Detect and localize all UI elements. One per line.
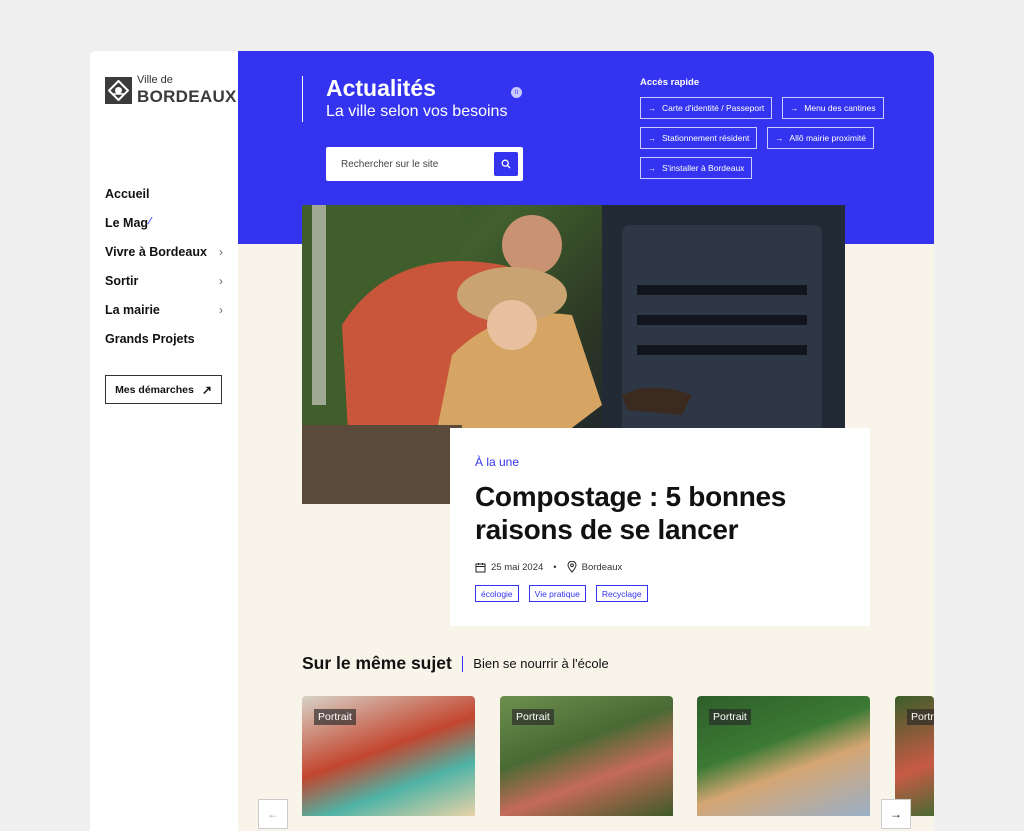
arrow-right-icon: → [775, 133, 784, 143]
arrow-right-icon: → [790, 103, 799, 113]
nav-item-label: Vivre à Bordeaux [105, 244, 207, 259]
nav-item-la-mairie[interactable]: La mairie › [105, 295, 223, 324]
main-nav: Accueil Le Mag⁄ Vivre à Bordeaux › Sorti… [105, 179, 223, 353]
search-button[interactable] [494, 152, 518, 176]
chevron-right-icon: › [219, 244, 223, 259]
meta-separator: • [553, 561, 557, 573]
article-date: 25 mai 2024 [491, 561, 544, 573]
quick-access: Accès rapide → Carte d'identité / Passep… [640, 77, 890, 179]
quick-link-label: Carte d'identité / Passeport [662, 103, 765, 113]
nav-item-label: Accueil [105, 186, 150, 201]
location-pin-icon [567, 561, 577, 573]
site-logo[interactable]: Ville de BORDEAUX [105, 75, 237, 105]
related-card-2[interactable]: Portrait [500, 696, 673, 816]
article-tags: écologie Vie pratique Recyclage [475, 585, 648, 602]
tag-recyclage[interactable]: Recyclage [595, 585, 648, 602]
search-icon [501, 159, 511, 169]
nav-item-label: Le Mag [105, 215, 149, 230]
arrow-up-right-icon: ↗ [201, 382, 212, 397]
quick-link-menu-cantines[interactable]: → Menu des cantines [782, 97, 884, 119]
quick-access-links: → Carte d'identité / Passeport → Menu de… [640, 97, 890, 179]
tag-vie-pratique[interactable]: Vie pratique [528, 585, 586, 602]
logo-line1: Ville de [137, 74, 173, 86]
portrait-badge: Portrait [709, 709, 751, 725]
article-location: Bordeaux [581, 561, 623, 573]
quick-link-label: Allô mairie proximité [789, 133, 866, 143]
tag-ecologie[interactable]: écologie [475, 585, 519, 602]
related-subtitle: Bien se nourrir à l'école [473, 656, 609, 671]
nav-item-label: Grands Projets [105, 331, 195, 346]
nav-item-grands-projets[interactable]: Grands Projets [105, 324, 223, 353]
nav-item-sortir[interactable]: Sortir › [105, 266, 223, 295]
carousel-prev-button[interactable]: ← [258, 799, 288, 829]
nav-item-label: La mairie [105, 302, 160, 317]
quick-link-carte-identite[interactable]: → Carte d'identité / Passeport [640, 97, 773, 119]
pause-icon[interactable]: II [511, 87, 522, 98]
related-card-4[interactable]: Portrait [895, 696, 934, 816]
article-meta: 25 mai 2024 • Bordeaux [475, 561, 622, 573]
related-section-header: Sur le même sujet Bien se nourrir à l'éc… [302, 653, 609, 674]
nav-item-label: Sortir [105, 273, 139, 288]
mes-demarches-label: Mes démarches [115, 383, 194, 396]
portrait-badge: Portrait [314, 709, 356, 725]
arrow-right-icon: → [648, 163, 656, 173]
arrow-right-icon: → [648, 103, 656, 113]
quick-access-title: Accès rapide [640, 77, 700, 88]
sidebar: Ville de BORDEAUX Accueil Le Mag⁄ Vivre … [90, 51, 238, 831]
quick-link-label: Menu des cantines [804, 103, 876, 113]
carousel-next-button[interactable]: → [881, 799, 911, 829]
search-box [326, 147, 523, 181]
bordeaux-crest-icon [105, 76, 132, 104]
page-subtitle: La ville selon vos besoins [326, 103, 508, 120]
nav-item-vivre-a-bordeaux[interactable]: Vivre à Bordeaux › [105, 237, 223, 266]
portrait-badge: Portrait [512, 709, 554, 725]
quick-link-label: S'installer à Bordeaux [662, 163, 745, 173]
quick-link-stationnement[interactable]: → Stationnement résident [640, 127, 758, 149]
search-input[interactable] [326, 147, 486, 181]
chevron-right-icon: › [219, 273, 223, 288]
quick-link-allo-mairie[interactable]: → Allô mairie proximité [767, 127, 874, 149]
header-title-block: Actualités La ville selon vos besoins [302, 76, 507, 122]
calendar-icon [475, 562, 486, 572]
featured-article-card[interactable]: À la une Compostage : 5 bonnes raisons d… [450, 428, 870, 626]
arrow-right-icon: → [648, 133, 656, 143]
nav-item-accueil[interactable]: Accueil [105, 179, 223, 208]
mes-demarches-button[interactable]: Mes démarches ↗ [105, 375, 222, 404]
related-card-3[interactable]: Portrait [697, 696, 870, 816]
quick-link-installer[interactable]: → S'installer à Bordeaux [640, 157, 753, 179]
chevron-right-icon: › [219, 302, 223, 317]
sparkle-icon: ⁄ [149, 215, 151, 227]
featured-title[interactable]: Compostage : 5 bonnes raisons de se lanc… [475, 480, 835, 546]
quick-link-label: Stationnement résident [662, 133, 750, 143]
related-title: Sur le même sujet [302, 653, 452, 673]
nav-item-le-mag[interactable]: Le Mag⁄ [105, 208, 223, 237]
featured-kicker: À la une [475, 455, 520, 469]
related-divider [461, 655, 464, 672]
logo-line2: BORDEAUX [137, 87, 237, 106]
page-frame: Ville de BORDEAUX Accueil Le Mag⁄ Vivre … [90, 51, 934, 831]
portrait-badge: Portrait [907, 709, 934, 725]
related-card-1[interactable]: Portrait [302, 696, 475, 816]
page-title: Actualités [326, 75, 436, 101]
